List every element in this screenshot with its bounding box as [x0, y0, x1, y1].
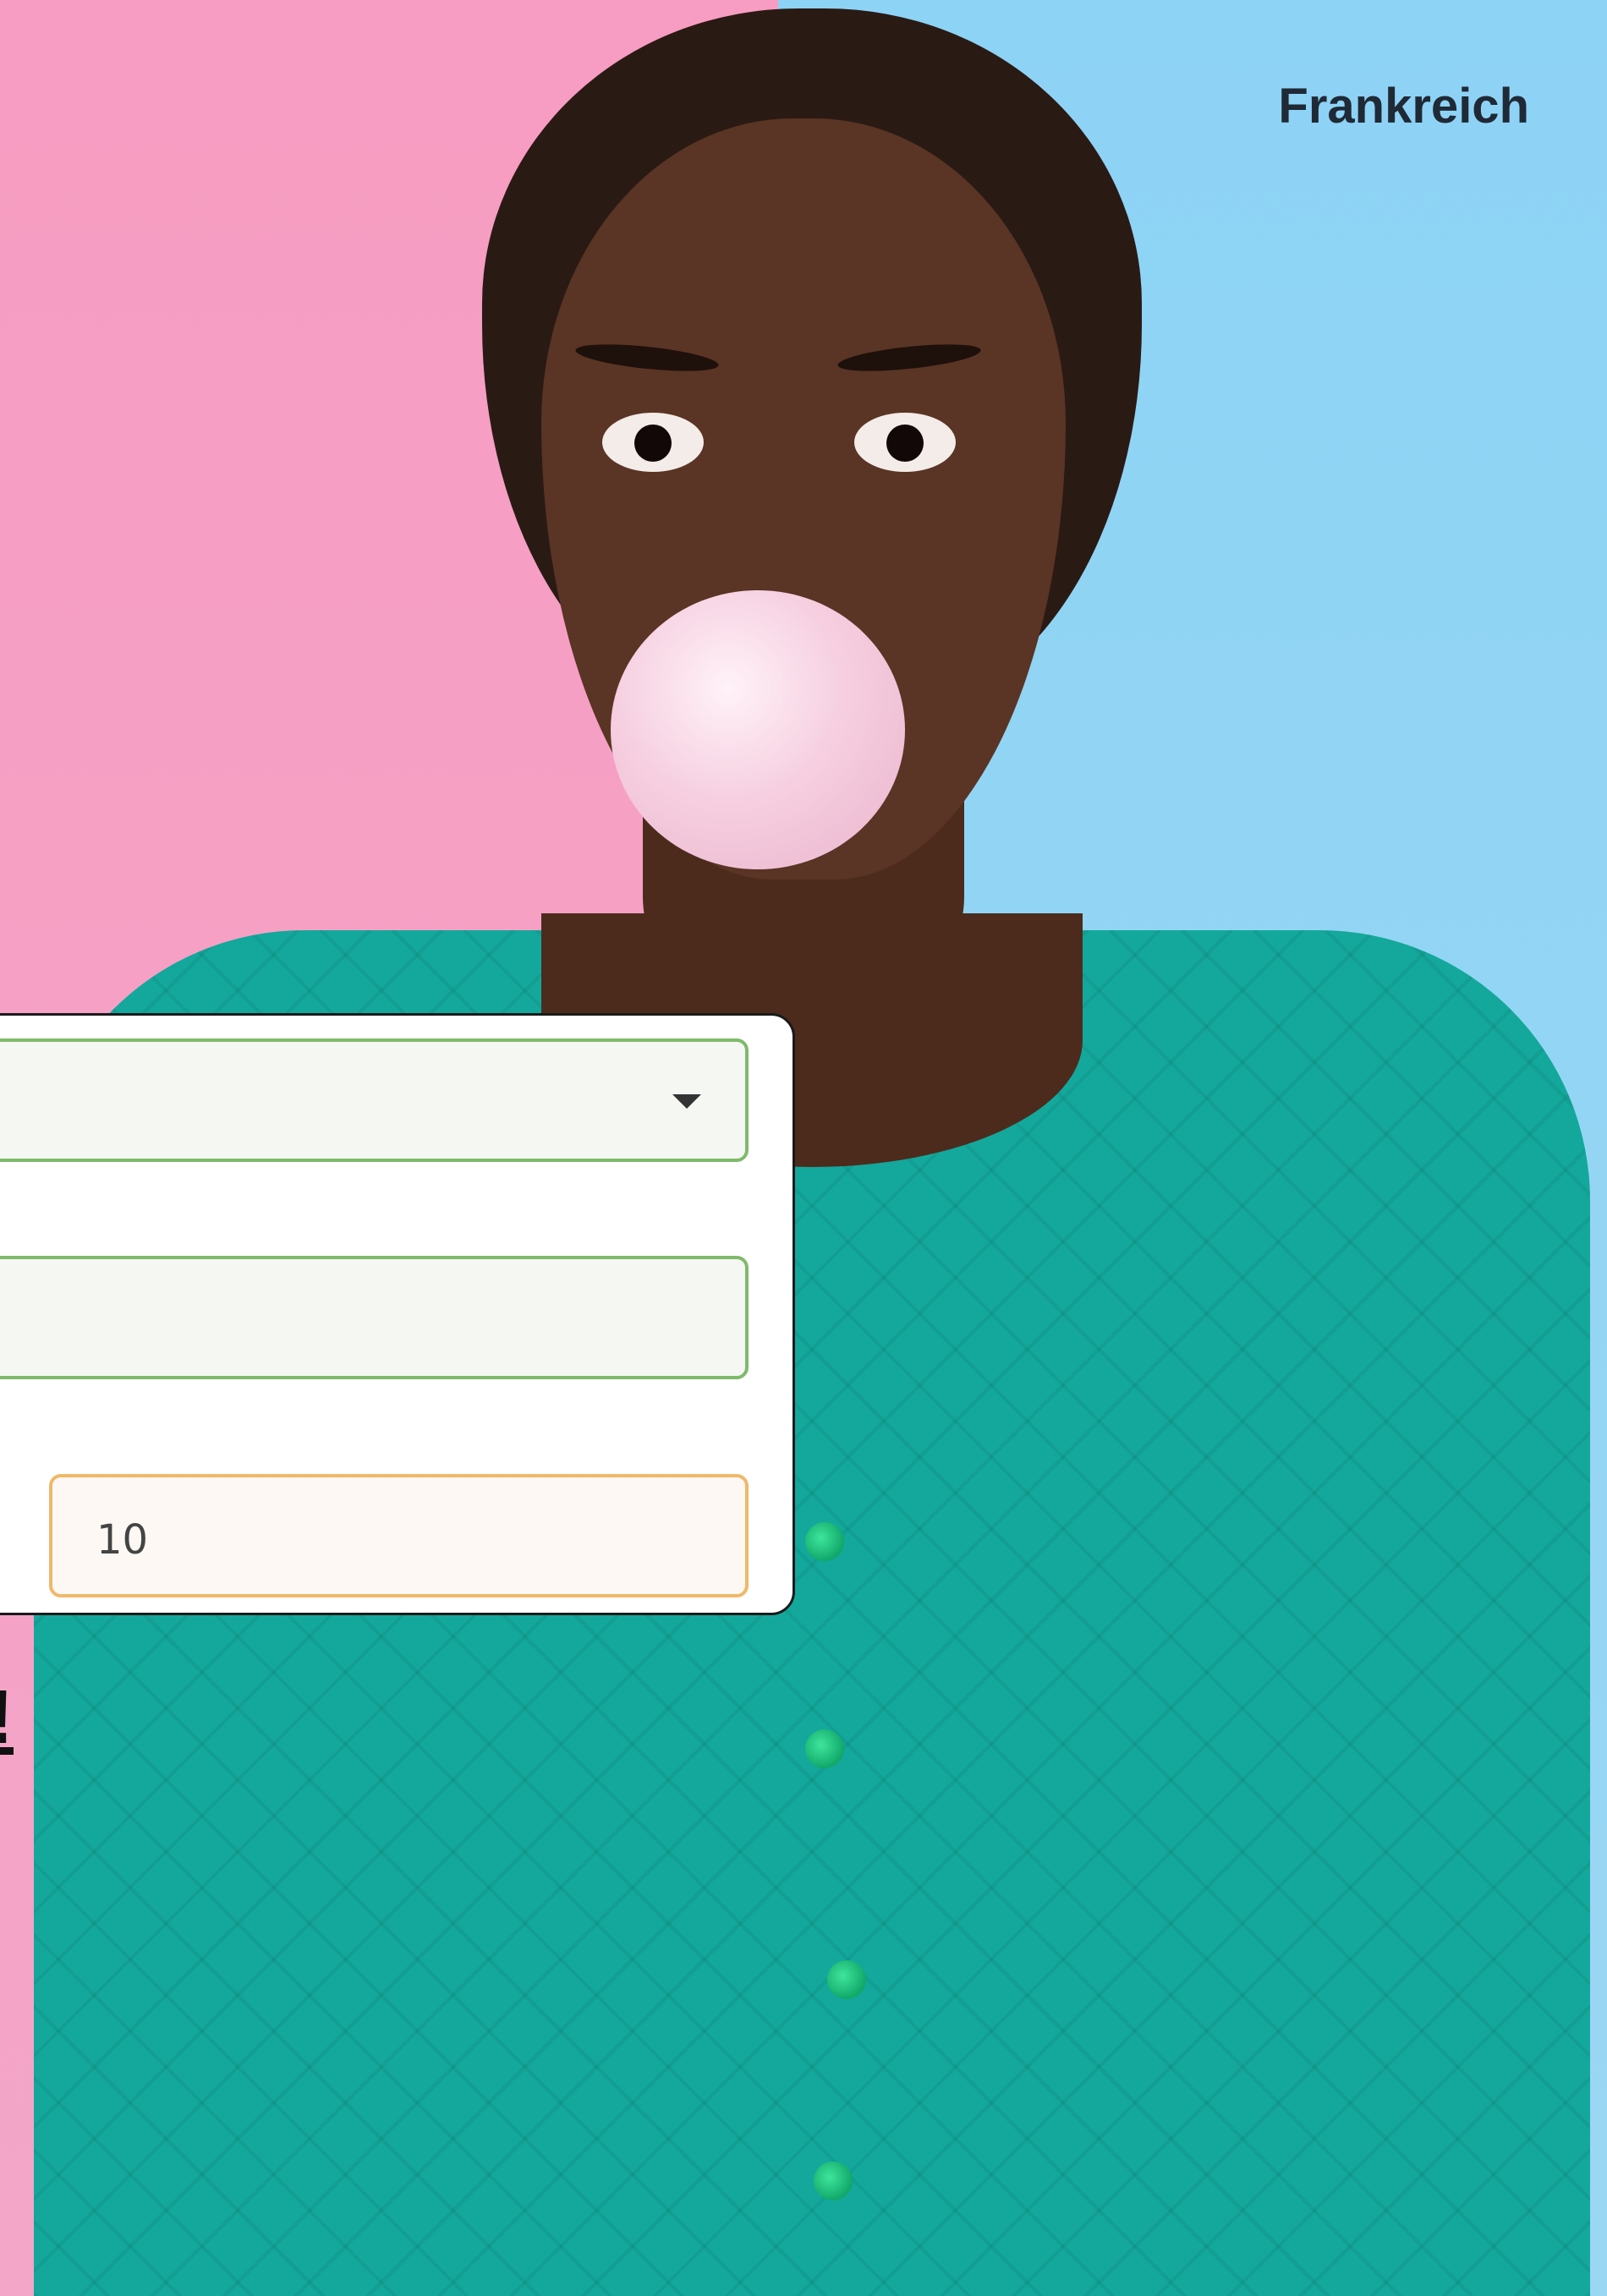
text-fragment: !: [0, 1674, 14, 1762]
cardigan-button: [805, 1522, 844, 1561]
bubble-gum: [611, 590, 905, 869]
chevron-down-icon[interactable]: [672, 1094, 701, 1109]
text-field[interactable]: [0, 1256, 749, 1379]
cardigan-button: [805, 1729, 844, 1768]
country-select[interactable]: [0, 1038, 749, 1162]
number-input[interactable]: [96, 1516, 688, 1564]
country-label: Frankreich: [1278, 79, 1529, 134]
cardigan-button: [814, 2162, 853, 2200]
cardigan-button: [827, 1960, 866, 1999]
left-eye: [602, 413, 704, 472]
right-eye: [854, 413, 956, 472]
page: Frankreich !: [0, 0, 1607, 2296]
number-field[interactable]: [49, 1474, 749, 1597]
